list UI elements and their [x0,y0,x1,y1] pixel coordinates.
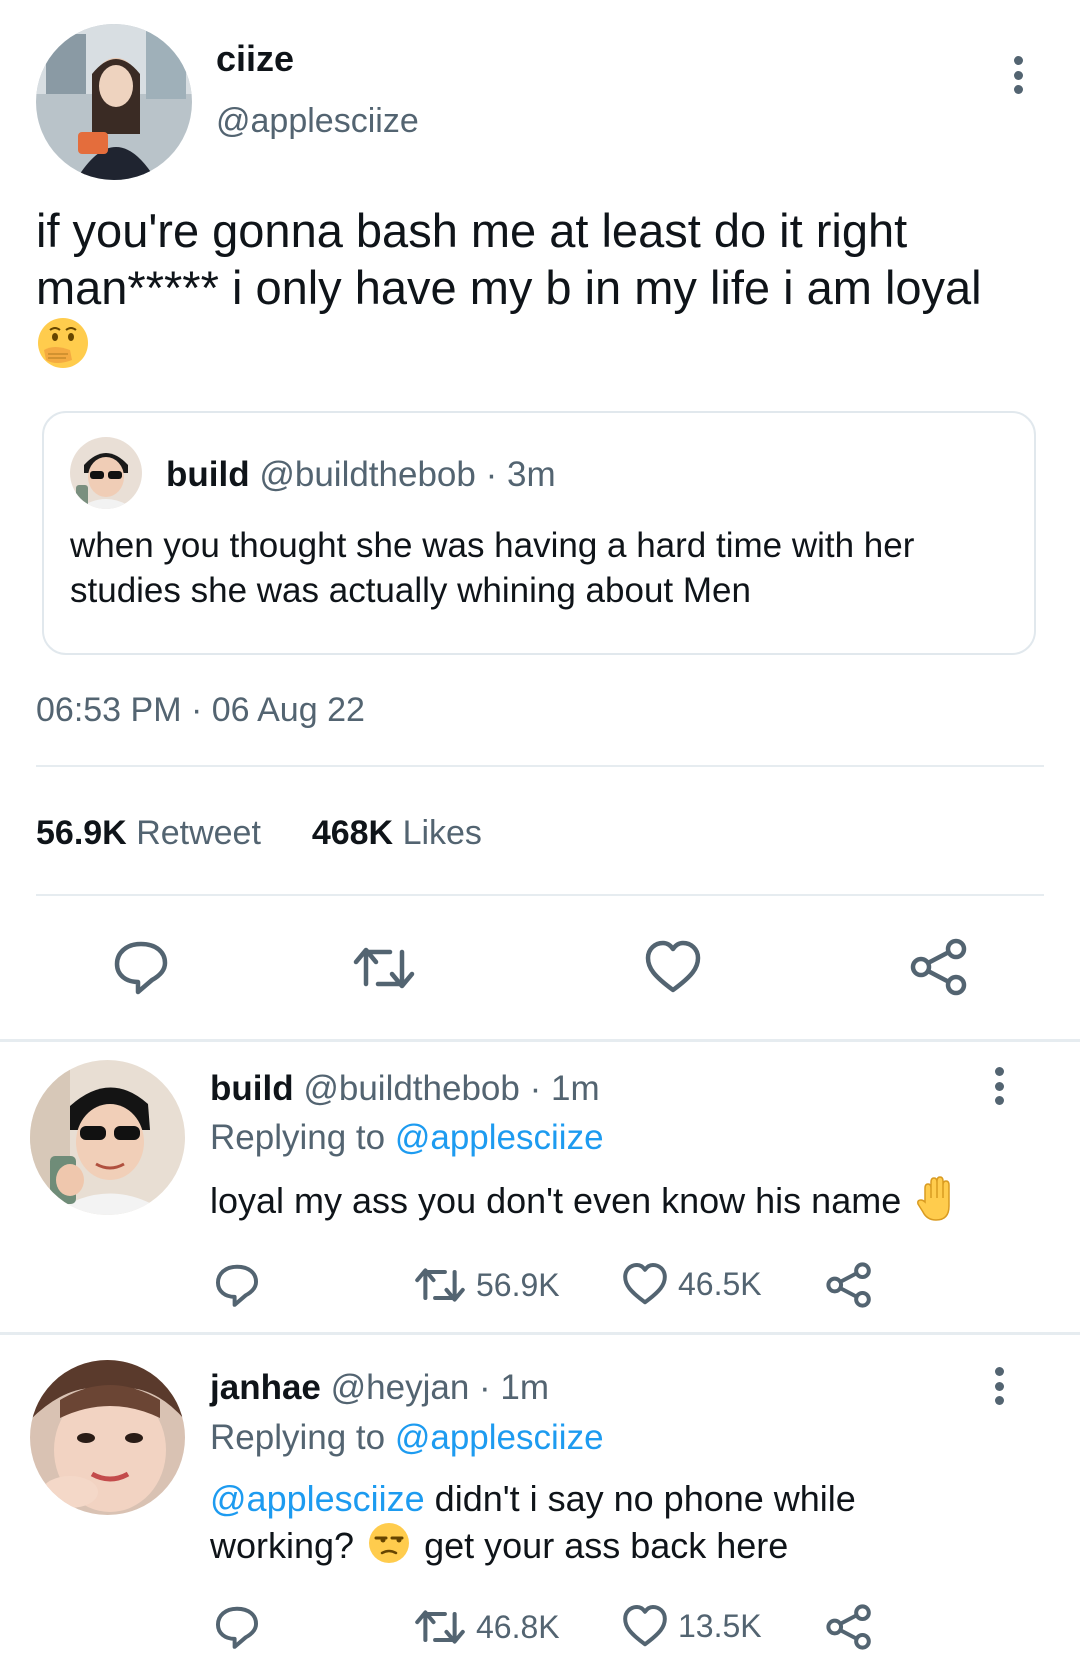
reply-avatar[interactable] [30,1360,185,1515]
reply-action-reply[interactable] [214,1604,260,1650]
reply-icon[interactable] [214,1262,260,1308]
reply-author-name[interactable]: build [210,1069,294,1108]
retweet-count: 56.9K [476,1266,560,1303]
likes-label[interactable]: Likes [403,814,482,852]
reply-author-handle[interactable]: @buildthebob [303,1069,520,1108]
reply-icon[interactable] [112,938,170,996]
more-options-icon[interactable] [993,1067,1005,1105]
author-avatar[interactable] [36,24,192,180]
reply-action-retweet[interactable]: 46.8K [414,1604,560,1650]
reply-header: build @buildthebob · 1m [210,1069,600,1109]
like-count: 46.5K [678,1265,762,1302]
like-count[interactable]: 468K [312,814,393,852]
tweet-text: if you're gonna bash me at least do it r… [36,202,982,373]
reply-text-content: working? [210,1525,355,1567]
author-handle[interactable]: @applesciize [216,102,419,141]
reply-text-content: loyal my ass you don't even know his nam… [210,1180,902,1222]
reply-text-content: didn't i say no phone while [434,1478,856,1519]
reply-avatar[interactable] [30,1060,185,1215]
replying-to-label: Replying to [210,1118,386,1157]
share-icon[interactable] [910,938,968,996]
reply-author-handle[interactable]: @heyjan [331,1368,470,1407]
reply-action-reply[interactable] [214,1262,260,1308]
retweet-icon[interactable] [414,1262,466,1308]
tweet-text-line: man***** i only have my b in my life i a… [36,261,982,314]
quoted-text: when you thought she was having a hard t… [70,523,914,613]
quoted-timestamp: · 3m [485,455,556,494]
like-count: 13.5K [678,1607,762,1644]
reply-text: @applesciize didn't i say no phone while… [210,1476,856,1575]
divider [36,894,1044,896]
replying-to-line: Replying to @applesciize [210,1418,604,1458]
retweet-count[interactable]: 56.9K [36,814,127,852]
replying-to-mention[interactable]: @applesciize [395,1418,604,1457]
quoted-author-name: build [166,455,250,494]
reply-action-like[interactable]: 46.5K [622,1262,762,1306]
quoted-tweet-card[interactable]: build @buildthebob · 3m when you thought… [42,411,1036,655]
raised-hand-emoji [917,1176,957,1231]
divider [0,1039,1080,1042]
quoted-header: build @buildthebob · 3m [166,455,556,495]
like-icon[interactable] [622,1604,668,1648]
retweet-label[interactable]: Retweet [136,814,261,852]
retweet-icon[interactable] [414,1604,466,1650]
like-icon[interactable] [644,940,702,994]
quoted-author-avatar [70,437,142,509]
quoted-author-handle: @buildthebob [259,455,476,494]
share-icon[interactable] [826,1604,872,1650]
replying-to-mention[interactable]: @applesciize [395,1118,604,1157]
divider [0,1332,1080,1335]
reply-action-retweet[interactable]: 56.9K [414,1262,560,1308]
reply-mention[interactable]: @applesciize [210,1478,425,1519]
face-with-hand-over-mouth-emoji [36,316,90,382]
quoted-text-line: when you thought she was having a hard t… [70,526,915,565]
reply-timestamp: · 1m [529,1069,600,1108]
retweet-icon[interactable] [352,940,416,996]
unamused-face-emoji [368,1522,410,1575]
tweet-text-line: if you're gonna bash me at least do it r… [36,204,908,257]
reply-action-share[interactable] [826,1604,872,1650]
divider [36,765,1044,767]
tweet-timestamp[interactable]: 06:53 PM · 06 Aug 22 [36,691,365,730]
quoted-text-line: studies she was actually whining about M… [70,571,751,610]
reply-text-content: get your ass back here [424,1525,789,1567]
reply-action-share[interactable] [826,1262,872,1308]
replying-to-label: Replying to [210,1418,386,1457]
reply-author-name[interactable]: janhae [210,1368,321,1407]
replying-to-line: Replying to @applesciize [210,1118,604,1158]
reply-text: loyal my ass you don't even know his nam… [210,1176,957,1231]
reply-timestamp: · 1m [479,1368,550,1407]
share-icon[interactable] [826,1262,872,1308]
retweet-count: 46.8K [476,1608,560,1645]
reply-action-like[interactable]: 13.5K [622,1604,762,1648]
engagement-stats: 56.9K Retweet 468K Likes [36,814,482,853]
reply-icon[interactable] [214,1604,260,1650]
reply-header: janhae @heyjan · 1m [210,1368,549,1408]
like-icon[interactable] [622,1262,668,1306]
author-display-name[interactable]: ciize [216,38,294,80]
more-options-icon[interactable] [993,1367,1005,1405]
more-options-icon[interactable] [1012,56,1024,94]
